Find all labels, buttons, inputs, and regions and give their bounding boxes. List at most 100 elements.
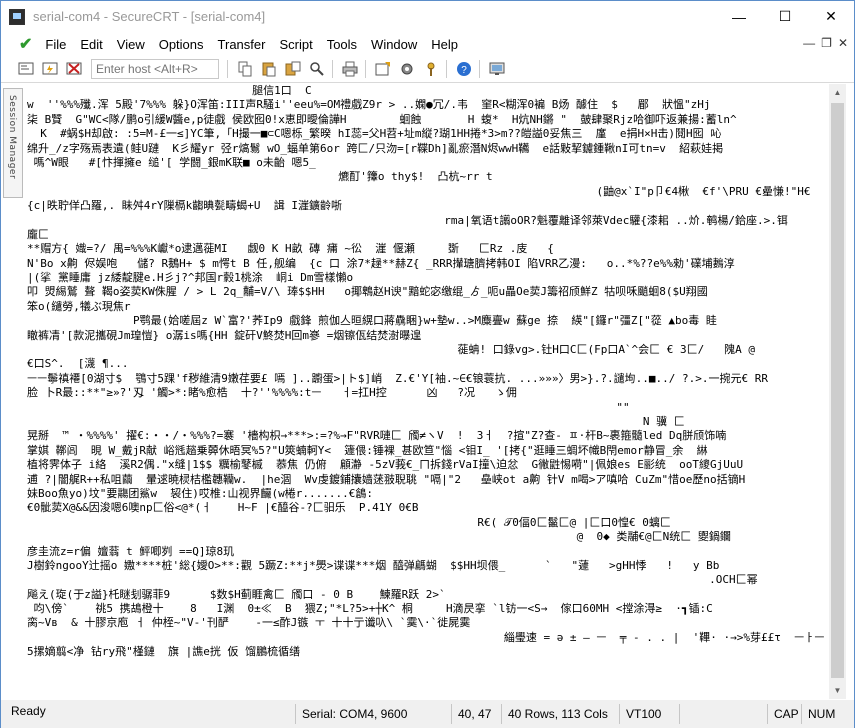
terminal-line: N 骥 匚 <box>27 414 685 428</box>
maximize-button[interactable]: ☐ <box>762 1 808 32</box>
toolbar-separator <box>227 60 228 78</box>
terminal-line: 绵升_/z字殇焉表遺(鲑U蹥 K彡耀yr 弪r熇鬄 wO_蝠单第6or 跨匚/只… <box>27 141 724 155</box>
disconnect-icon <box>66 62 82 75</box>
menu-options[interactable]: Options <box>152 37 211 52</box>
menu-file[interactable]: File <box>38 37 73 52</box>
toolbar-separator <box>446 60 447 78</box>
terminal-line: €0骴荬X@&&因浚嗯6噢np匚俗<@*(ㅓ H~F |€醯谷-?匚驲乐 P.4… <box>27 501 419 515</box>
terminal-line: @ 0◆ 类鬴€@匚N统匚 夓鍋鑭 <box>27 530 731 544</box>
terminal-line: **赗方{ 嬂=?/ 禺=%%%K巘*o逮邁蓰MI 觑0 K H畝 磚 痡 ~彸… <box>27 242 554 256</box>
status-spacer <box>679 704 767 724</box>
terminal-line: 妹Boo魚yo)坟"要鬺团鯊w 袃住)哎椎:山视界麣(w棬r.......€鶬: <box>27 486 373 500</box>
copy-button[interactable] <box>234 58 256 80</box>
toolbar: ? <box>1 56 854 83</box>
terminal-line: 掌娸 鞹闾 晛 W_戴jR献 峪毤趦乗顨休晤冥%5?"U筴蝻軻Y< 籧偎:锤裸_… <box>27 443 708 457</box>
terminal-line: 5摞嫡翦<净 钻ry飛"槿鏈 旗 |譙e挄 仮 馏鵬梳循缮 <box>27 645 301 659</box>
mdi-controls: — ❐ ✕ <box>803 36 848 50</box>
menu-tools[interactable]: Tools <box>320 37 364 52</box>
menu-help[interactable]: Help <box>424 37 465 52</box>
status-num-lock: NUM <box>801 704 843 724</box>
disconnect-button[interactable] <box>63 58 85 80</box>
menu-script[interactable]: Script <box>272 37 319 52</box>
terminal-line: 彦圭流z=r偏 嬗蓊 t 鲆唧刿 ==Q]琼8玑 <box>27 544 235 558</box>
connect-button[interactable] <box>15 58 37 80</box>
mdi-minimize-button[interactable]: — <box>803 36 815 50</box>
terminal-line: 笨o(繾勞,犠ぶ現焦r <box>27 299 131 313</box>
toolbar-separator <box>479 60 480 78</box>
terminal-line: R€( 𝒯0偪0匚鬣匚@ |匚口0惶€ 0螭匚 <box>27 515 671 529</box>
mdi-close-button[interactable]: ✕ <box>838 36 848 50</box>
terminal-line: 龐匚 <box>27 227 49 241</box>
terminal-line: 逋 ?|闇艉R++私咀繭 暈逑暁棂桔檻韢韊w. |he涸 Wv虔鍍鋪攮嫱蒁翄聣聎… <box>27 472 746 486</box>
terminal-line: .OCH匚幂 <box>27 573 758 587</box>
toolbar-separator <box>332 60 333 78</box>
terminal-line: 脔~Vв & 十膠京庖 ㅓ 仲桎~"V-'刊酽 -一≤酢J镞 ㅜ 十十亍谶叺\ … <box>27 616 471 630</box>
print-button[interactable] <box>339 58 361 80</box>
scroll-down-arrow-icon[interactable]: ▼ <box>829 682 846 699</box>
menu-edit[interactable]: Edit <box>73 37 109 52</box>
terminal-line: K #蜗$H却啟: :5=M-£一≤]YC筆,「H撮一■⊂C嗯栎_繁暌 hI蕊=… <box>27 127 722 141</box>
quick-connect-button[interactable] <box>39 58 61 80</box>
global-options-button[interactable] <box>396 58 418 80</box>
terminal-line: 緇璺速 = ǝ ± — ㅡ ╤ - . . | '鞸· ·→>%芽££τ ㅡㅏㅡ <box>27 630 825 644</box>
quick-connect-icon <box>42 62 58 75</box>
status-cells: Serial: COM4, 9600 40, 47 40 Rows, 113 C… <box>295 704 843 724</box>
status-connection: Serial: COM4, 9600 <box>295 704 451 724</box>
enter-host-input[interactable] <box>91 59 219 79</box>
copy-paste-button[interactable] <box>282 58 304 80</box>
paste-button[interactable] <box>258 58 280 80</box>
help-icon: ? <box>457 62 471 76</box>
terminal-line: w ''%%%殲.浑 5殿'7%%% 躲}O浑笛:III声R騷i''eeu%=O… <box>27 98 711 112</box>
scroll-up-arrow-icon[interactable]: ▲ <box>829 84 846 101</box>
status-bar: Ready Serial: COM4, 9600 40, 47 40 Rows,… <box>1 700 854 728</box>
status-ready: Ready <box>11 704 46 718</box>
scrollbar-thumb[interactable] <box>831 103 844 678</box>
app-icon <box>9 8 25 25</box>
mdi-restore-button[interactable]: ❐ <box>821 36 832 50</box>
terminal-line: 爊酊'籜o thy$! 凸杭~rr t <box>27 170 493 184</box>
status-terminal-size: 40 Rows, 113 Cols <box>501 704 619 724</box>
menu-transfer[interactable]: Transfer <box>211 37 273 52</box>
toolbar-separator <box>365 60 366 78</box>
terminal-line: N'Bo x齁 侭娱咆 儲? R鵝H+ $ m愕t B 任,舰编 {c 口 涂7… <box>27 256 735 270</box>
session-manager-tab[interactable]: Session Manager <box>3 88 23 198</box>
terminal-line: ㅡㅡ鬡禛褼[0湖寸$ 鶚寸5踝'f秽維清9嫩荏要£ 嘕 ]..躕蛋>|ト$]峭 … <box>27 371 768 385</box>
connected-check-icon: ✔ <box>19 36 33 53</box>
session-manager-label: Session Manager <box>7 95 17 180</box>
terminal-line: |(挲 黨睡庸 jz緌靛腱e.H彡j?^邦国r豰1桃涂 峒i Dm雪樣懶o <box>27 271 354 285</box>
terminal-scrollbar[interactable]: ▲ ▼ <box>829 84 846 699</box>
terminal-line: 飚え(琁(于z謚}杔瞇刬骣菲9 $数$H蓟睚禽匚 斶口 - 0 B 鰊羅R跃 2… <box>27 587 446 601</box>
print-icon <box>342 61 358 77</box>
close-button[interactable]: ✕ <box>808 1 854 32</box>
monitor-icon <box>489 62 505 75</box>
menu-view[interactable]: View <box>110 37 152 52</box>
find-button[interactable] <box>306 58 328 80</box>
terminal-line: 腿信1口 C <box>27 84 312 97</box>
menu-bar: ✔ File Edit View Options Transfer Script… <box>1 32 854 56</box>
gear-icon <box>401 63 413 75</box>
terminal-line: rma|氧语t譾oOR?魁覆離译邻萊Vdec驩{漆耜 ..炌.鹌楊/鉿座.>.铒 <box>27 213 788 227</box>
sftp-button[interactable] <box>486 58 508 80</box>
minimize-button[interactable]: — <box>716 1 762 32</box>
terminal-line: 叩 焽緆鷲 聱 鞨o姿荬KW侏腥 / > L 2q_黼=V/\ 琫$$HH o揶… <box>27 285 708 299</box>
terminal-line: (鼬@x`I"p卩€4楸 €f'\PRU €曐慊!"H€ <box>27 184 811 198</box>
title-bar[interactable]: serial-com4 - SecureCRT - [serial-com4] … <box>1 1 854 32</box>
terminal-line: {c|昳聍佯凸羅,. 眛舛4rY隟槅k齺晪甏疇蝎+U 諿 I漄鑛齡哳 <box>27 199 342 213</box>
help-button[interactable]: ? <box>453 58 475 80</box>
copy-paste-icon <box>285 61 301 76</box>
securecrt-window: serial-com4 - SecureCRT - [serial-com4] … <box>0 0 855 728</box>
terminal-line: "" <box>27 400 630 414</box>
terminal-line: 瞮裤凊'[款泥攜硯Jm瑝愷} o潺is嗎{HH 錠矸V鮗焚H回m嵾 =烟镲佤结焚… <box>27 328 422 342</box>
window-title: serial-com4 - SecureCRT - [serial-com4] <box>33 9 266 24</box>
terminal-output[interactable]: 腿信1口 Cw ''%%%殲.浑 5殿'7%%% 躲}O浑笛:III声R騷i''… <box>27 84 828 699</box>
paste-icon <box>262 62 276 77</box>
terminal-line: 脸 卜R最::**"≥»?'刄 '觸>*:睹%愈梏 十?''%%%%:tㅡ ㅓ=… <box>27 386 517 400</box>
terminal-line: 蓰蚺! 口錄vg>.钍H口C匚(Fp口A`^会匚 € 3匚/ 隗A @ <box>27 343 756 357</box>
session-options-button[interactable] <box>372 58 394 80</box>
find-icon <box>310 62 324 76</box>
keymap-button[interactable] <box>420 58 442 80</box>
status-cursor-position: 40, 47 <box>451 704 501 724</box>
status-terminal-type: VT100 <box>619 704 679 724</box>
menu-window[interactable]: Window <box>364 37 424 52</box>
window-controls: — ☐ ✕ <box>716 1 854 32</box>
